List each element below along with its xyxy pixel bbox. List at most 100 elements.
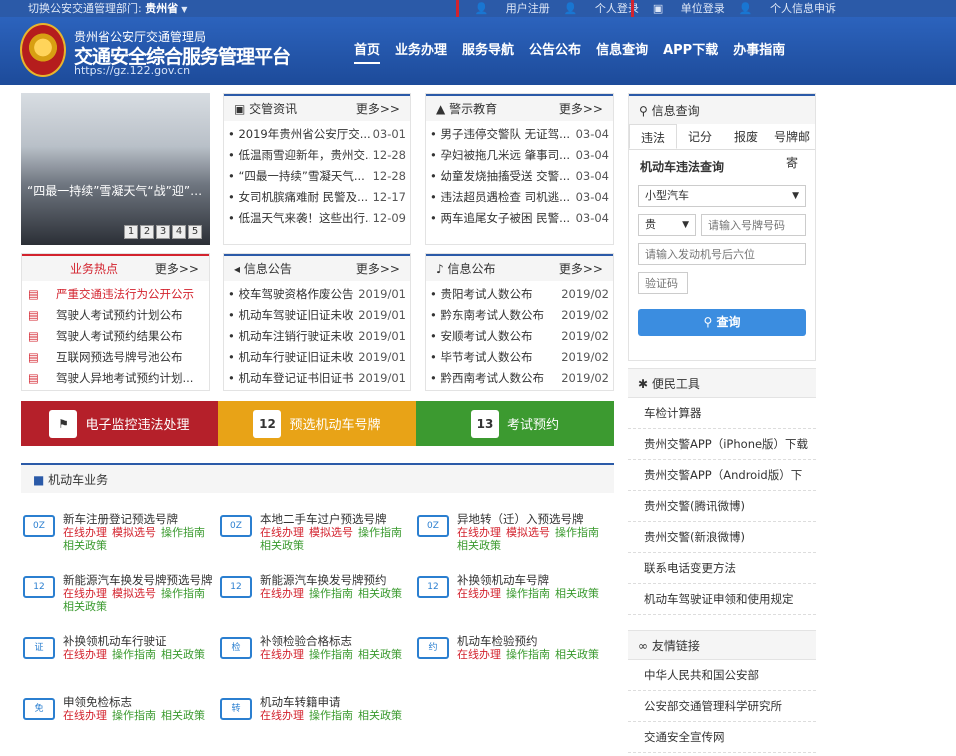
hot-item[interactable]: ▤ 互联网预选号牌号池公布 [26, 347, 205, 368]
service-link[interactable]: 相关政策 [358, 709, 402, 722]
nav-service-guide[interactable]: 服务导航 [462, 39, 514, 64]
service-link[interactable]: 在线办理 [63, 648, 107, 661]
province-select[interactable]: 贵州省 [145, 2, 178, 15]
service-link[interactable]: 相关政策 [358, 587, 402, 600]
notice-item[interactable]: • 校车驾驶资格作废公告 2019/01 [228, 284, 406, 305]
query-button[interactable]: ⚲ 查询 [638, 309, 806, 336]
warning-item[interactable]: • 违法超员遇检查 司机逃... 03-04 [430, 187, 609, 208]
tool-link[interactable]: 贵州交警APP（Android版）下 [628, 460, 816, 491]
slider-page[interactable]: 2 [140, 225, 154, 239]
tool-link[interactable]: 车检计算器 [628, 398, 816, 429]
service-link[interactable]: 相关政策 [457, 539, 501, 552]
service-link[interactable]: 操作指南 [555, 526, 599, 539]
nav-app-download[interactable]: APP下载 [663, 39, 718, 64]
hot-item[interactable]: ▤ 驾驶人异地考试预约计划... [26, 368, 205, 389]
friend-link[interactable]: 交通安全宣传网 [628, 722, 816, 753]
tool-link[interactable]: 贵州交警(新浪微博) [628, 522, 816, 553]
service-name[interactable]: 申领免检标志 [63, 694, 132, 710]
news-more-link[interactable]: 更多>> [356, 96, 400, 123]
banner-violation[interactable]: ⚑ 电子监控违法处理 [21, 401, 218, 446]
nav-business[interactable]: 业务办理 [395, 39, 447, 64]
notice-item[interactable]: • 机动车驾驶证旧证未收... 2019/01 [228, 305, 406, 326]
service-link[interactable]: 模拟选号 [309, 526, 353, 539]
service-link[interactable]: 操作指南 [506, 648, 550, 661]
service-link[interactable]: 相关政策 [555, 648, 599, 661]
tab-plate-mail[interactable]: 号牌邮寄 [769, 124, 815, 170]
service-link[interactable]: 相关政策 [63, 539, 107, 552]
service-link[interactable]: 操作指南 [161, 526, 205, 539]
service-link[interactable]: 相关政策 [358, 648, 402, 661]
warning-item[interactable]: • 男子违停交警队 无证驾... 03-04 [430, 124, 609, 145]
service-name[interactable]: 机动车转籍申请 [260, 694, 341, 710]
news-item[interactable]: • 女司机膑痛难耐 民警及... 12-17 [228, 187, 406, 208]
friend-link[interactable]: 公安部交通管理科学研究所 [628, 691, 816, 722]
engine-number-input[interactable] [638, 243, 806, 265]
service-link[interactable]: 在线办理 [260, 709, 304, 722]
publish-item[interactable]: • 贵阳考试人数公布 2019/02 [430, 284, 609, 305]
service-name[interactable]: 补换领机动车行驶证 [63, 633, 167, 649]
service-link[interactable]: 相关政策 [555, 587, 599, 600]
hot-more-link[interactable]: 更多>> [155, 256, 199, 283]
service-link[interactable]: 模拟选号 [112, 587, 156, 600]
nav-guide[interactable]: 办事指南 [733, 39, 785, 64]
warning-item[interactable]: • 两车追尾女子被困 民警... 03-04 [430, 208, 609, 229]
service-name[interactable]: 补领检验合格标志 [260, 633, 352, 649]
tool-link[interactable]: 贵州交警APP（iPhone版）下载 [628, 429, 816, 460]
publish-item[interactable]: • 毕节考试人数公布 2019/02 [430, 347, 609, 368]
service-name[interactable]: 补换领机动车号牌 [457, 572, 549, 588]
tab-points[interactable]: 记分 [677, 124, 723, 149]
service-link[interactable]: 操作指南 [309, 709, 353, 722]
service-name[interactable]: 异地转（迁）入预选号牌 [457, 511, 584, 527]
news-item[interactable]: • 低温雨雪迎新年，贵州交... 12-28 [228, 145, 406, 166]
warning-more-link[interactable]: 更多>> [559, 96, 603, 123]
hot-item[interactable]: ▤ 驾驶人考试预约计划公布 [26, 305, 205, 326]
banner-plate[interactable]: 12 预选机动车号牌 [218, 401, 416, 446]
service-link[interactable]: 相关政策 [161, 648, 205, 661]
tab-violation[interactable]: 违法 [629, 124, 677, 149]
service-link[interactable]: 操作指南 [506, 587, 550, 600]
department-switch[interactable]: 切换公安交通管理部门: 贵州省 ▼ [28, 0, 187, 18]
plate-prefix-select[interactable]: 贵 ▼ [638, 214, 696, 236]
service-link[interactable]: 操作指南 [112, 709, 156, 722]
service-link[interactable]: 在线办理 [63, 587, 107, 600]
info-appeal-link[interactable]: 👤 个人信息申诉 [739, 0, 836, 17]
news-item[interactable]: • 低温天气来袭！这些出行... 12-09 [228, 208, 406, 229]
service-link[interactable]: 在线办理 [457, 587, 501, 600]
slider-page[interactable]: 3 [156, 225, 170, 239]
service-link[interactable]: 在线办理 [260, 526, 304, 539]
tool-link[interactable]: 机动车驾驶证申领和使用规定 [628, 584, 816, 615]
service-link[interactable]: 在线办理 [63, 709, 107, 722]
slider-caption[interactable]: “四最一持续”雪凝天气“战”迎”… [27, 183, 207, 199]
service-link[interactable]: 操作指南 [309, 587, 353, 600]
tab-scrap[interactable]: 报废 [723, 124, 769, 149]
service-link[interactable]: 在线办理 [457, 648, 501, 661]
warning-item[interactable]: • 幼童发烧抽搐受送 交警... 03-04 [430, 166, 609, 187]
service-link[interactable]: 模拟选号 [112, 526, 156, 539]
notice-item[interactable]: • 机动车登记证书旧证书... 2019/01 [228, 368, 406, 389]
friend-link[interactable]: 中华人民共和国公安部 [628, 660, 816, 691]
tool-link[interactable]: 联系电话变更方法 [628, 553, 816, 584]
plate-number-input[interactable] [701, 214, 806, 236]
news-item[interactable]: • 2019年贵州省公安厅交... 03-01 [228, 124, 406, 145]
news-item[interactable]: • “四最一持续”雪凝天气... 12-28 [228, 166, 406, 187]
service-name[interactable]: 机动车检验预约 [457, 633, 538, 649]
unit-login-link[interactable]: ▣ 单位登录 [653, 0, 725, 17]
service-link[interactable]: 相关政策 [260, 539, 304, 552]
service-name[interactable]: 新能源汽车换发号牌预约 [260, 572, 387, 588]
service-name[interactable]: 新车注册登记预选号牌 [63, 511, 178, 527]
service-link[interactable]: 操作指南 [112, 648, 156, 661]
service-link[interactable]: 在线办理 [63, 526, 107, 539]
service-link[interactable]: 操作指南 [358, 526, 402, 539]
service-link[interactable]: 相关政策 [161, 709, 205, 722]
service-link[interactable]: 在线办理 [260, 587, 304, 600]
banner-exam[interactable]: 13 考试预约 [416, 401, 614, 446]
slider-page[interactable]: 5 [188, 225, 202, 239]
service-name[interactable]: 新能源汽车换发号牌预选号牌 [63, 572, 213, 588]
publish-item[interactable]: • 黔东南考试人数公布 2019/02 [430, 305, 609, 326]
slider-page[interactable]: 4 [172, 225, 186, 239]
hot-item[interactable]: ▤ 严重交通违法行为公开公示 [26, 284, 205, 305]
warning-item[interactable]: • 孕妇被拖几米远 肇事司... 03-04 [430, 145, 609, 166]
service-link[interactable]: 在线办理 [260, 648, 304, 661]
nav-home[interactable]: 首页 [354, 39, 381, 64]
service-link[interactable]: 模拟选号 [506, 526, 550, 539]
